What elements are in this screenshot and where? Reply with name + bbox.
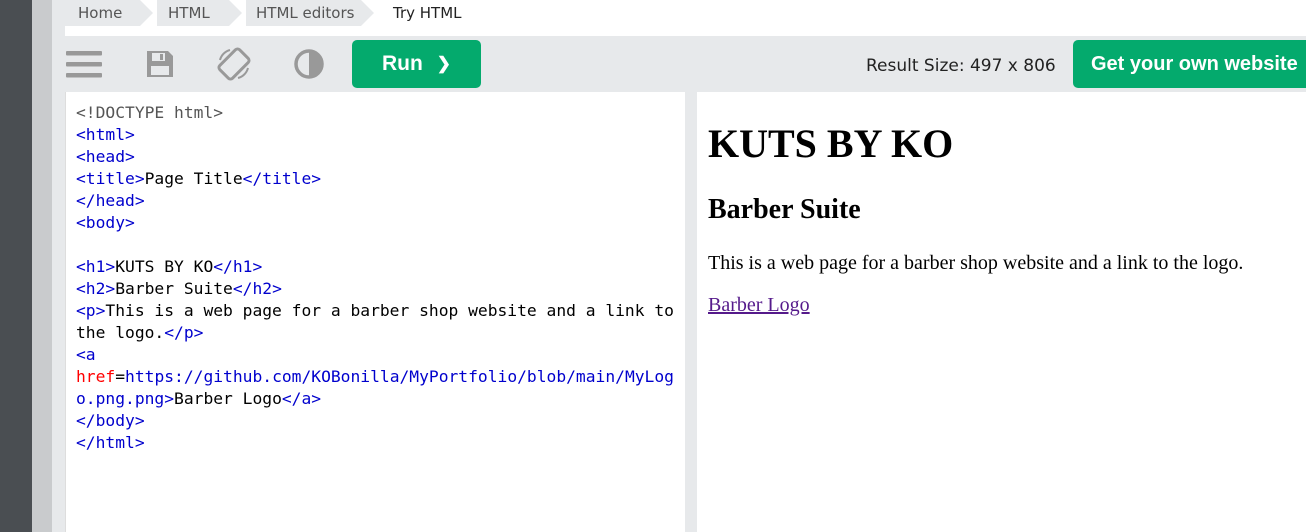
code-body-close: </body> xyxy=(76,411,145,430)
code-html-close: </html> xyxy=(76,433,145,452)
code-text[interactable]: <!DOCTYPE html> <html> <head> <title>Pag… xyxy=(76,102,680,454)
breadcrumb-separator xyxy=(229,0,242,26)
code-href-eq: = xyxy=(115,367,126,386)
breadcrumb-current: Try HTML xyxy=(393,4,462,22)
result-heading: KUTS BY KO xyxy=(708,121,954,166)
code-head-open: <head> xyxy=(76,147,135,166)
code-body-open: <body> xyxy=(76,213,135,232)
code-title-text: Page Title xyxy=(144,169,243,188)
result-size: Result Size: 497 x 806 xyxy=(866,56,1056,76)
code-h2-open: <h2> xyxy=(76,279,116,298)
code-html-open: <html> xyxy=(76,125,135,144)
code-a-close: </a> xyxy=(281,389,322,408)
rotate-icon[interactable] xyxy=(216,47,252,81)
code-h1-open: <h1> xyxy=(76,257,116,276)
code-h2-close: </h2> xyxy=(232,279,282,298)
code-h1-text: KUTS BY KO xyxy=(115,257,214,276)
breadcrumb-html[interactable]: HTML xyxy=(168,0,210,26)
window-edge xyxy=(0,0,32,532)
chevron-right-icon: ❯ xyxy=(436,54,452,73)
breadcrumb-home[interactable]: Home xyxy=(78,0,122,26)
scrollbar-track[interactable] xyxy=(32,0,52,532)
code-editor[interactable]: <!DOCTYPE html> <html> <head> <title>Pag… xyxy=(65,92,686,532)
code-h1-close: </h1> xyxy=(213,257,263,276)
code-doctype: <!DOCTYPE html> xyxy=(76,103,224,122)
toolbar: Run ❯ Result Size: 497 x 806 Get your ow… xyxy=(52,36,1306,92)
contrast-icon[interactable] xyxy=(291,48,327,80)
get-own-website-button[interactable]: Get your own website xyxy=(1073,40,1306,88)
code-a-open: <a xyxy=(76,345,96,364)
breadcrumb: Home HTML HTML editors Try HTML xyxy=(52,0,1306,26)
save-icon[interactable] xyxy=(142,48,178,80)
code-a-text: Barber Logo xyxy=(174,389,282,408)
code-title-open: <title> xyxy=(76,169,145,188)
code-a-gt: > xyxy=(164,389,175,408)
code-p-open: <p> xyxy=(76,301,106,320)
menu-icon[interactable] xyxy=(66,48,102,80)
code-href-attr: href xyxy=(76,367,116,386)
pane-divider[interactable] xyxy=(685,92,697,532)
code-p-close: </p> xyxy=(164,323,204,342)
code-title-close: </title> xyxy=(242,169,322,188)
code-h2-text: Barber Suite xyxy=(115,279,233,298)
result-paragraph: This is a web page for a barber shop web… xyxy=(708,252,1244,274)
result-subheading: Barber Suite xyxy=(708,194,861,225)
breadcrumb-separator xyxy=(140,0,153,26)
result-preview: KUTS BY KO Barber Suite This is a web pa… xyxy=(697,92,1306,532)
run-button[interactable]: Run ❯ xyxy=(352,40,481,88)
breadcrumb-separator xyxy=(361,0,374,26)
result-logo-link[interactable]: Barber Logo xyxy=(708,294,810,317)
run-label: Run xyxy=(381,52,423,75)
breadcrumb-html-editors[interactable]: HTML editors xyxy=(256,0,354,26)
code-head-close: </head> xyxy=(76,191,145,210)
